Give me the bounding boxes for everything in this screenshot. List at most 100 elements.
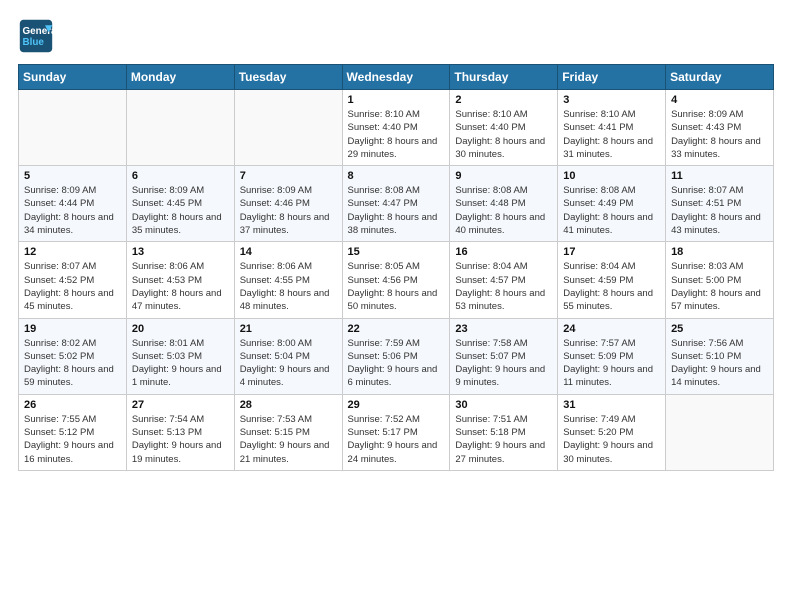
weekday-header-tuesday: Tuesday — [234, 65, 342, 90]
page: General Blue SundayMondayTuesdayWednesda… — [0, 0, 792, 612]
day-info: Sunrise: 8:10 AMSunset: 4:40 PMDaylight:… — [348, 108, 445, 161]
header: General Blue — [18, 18, 774, 54]
day-info: Sunrise: 8:09 AMSunset: 4:45 PMDaylight:… — [132, 184, 229, 237]
day-info: Sunrise: 7:53 AMSunset: 5:15 PMDaylight:… — [240, 413, 337, 466]
day-info: Sunrise: 7:49 AMSunset: 5:20 PMDaylight:… — [563, 413, 660, 466]
day-info: Sunrise: 7:56 AMSunset: 5:10 PMDaylight:… — [671, 337, 768, 390]
calendar-cell: 23 Sunrise: 7:58 AMSunset: 5:07 PMDayligh… — [450, 318, 558, 394]
day-number: 12 — [24, 246, 121, 258]
day-info: Sunrise: 8:06 AMSunset: 4:55 PMDaylight:… — [240, 260, 337, 313]
day-number: 24 — [563, 323, 660, 335]
calendar-cell: 17 Sunrise: 8:04 AMSunset: 4:59 PMDayligh… — [558, 242, 666, 318]
day-info: Sunrise: 8:01 AMSunset: 5:03 PMDaylight:… — [132, 337, 229, 390]
calendar-cell: 16 Sunrise: 8:04 AMSunset: 4:57 PMDayligh… — [450, 242, 558, 318]
weekday-header-monday: Monday — [126, 65, 234, 90]
calendar: SundayMondayTuesdayWednesdayThursdayFrid… — [18, 64, 774, 471]
day-info: Sunrise: 8:08 AMSunset: 4:49 PMDaylight:… — [563, 184, 660, 237]
day-number: 28 — [240, 399, 337, 411]
day-number: 7 — [240, 170, 337, 182]
calendar-cell: 28 Sunrise: 7:53 AMSunset: 5:15 PMDayligh… — [234, 394, 342, 470]
day-info: Sunrise: 8:10 AMSunset: 4:40 PMDaylight:… — [455, 108, 552, 161]
day-info: Sunrise: 8:09 AMSunset: 4:43 PMDaylight:… — [671, 108, 768, 161]
day-number: 18 — [671, 246, 768, 258]
calendar-cell: 24 Sunrise: 7:57 AMSunset: 5:09 PMDayligh… — [558, 318, 666, 394]
day-number: 21 — [240, 323, 337, 335]
day-info: Sunrise: 7:52 AMSunset: 5:17 PMDaylight:… — [348, 413, 445, 466]
day-number: 3 — [563, 94, 660, 106]
day-number: 31 — [563, 399, 660, 411]
calendar-cell: 11 Sunrise: 8:07 AMSunset: 4:51 PMDayligh… — [666, 166, 774, 242]
calendar-cell: 26 Sunrise: 7:55 AMSunset: 5:12 PMDayligh… — [19, 394, 127, 470]
day-number: 11 — [671, 170, 768, 182]
day-number: 16 — [455, 246, 552, 258]
day-number: 15 — [348, 246, 445, 258]
calendar-cell: 21Sunrise: 8:00 AMSunset: 5:04 PMDayligh… — [234, 318, 342, 394]
day-info: Sunrise: 8:06 AMSunset: 4:53 PMDaylight:… — [132, 260, 229, 313]
weekday-header-sunday: Sunday — [19, 65, 127, 90]
calendar-cell: 13Sunrise: 8:06 AMSunset: 4:53 PMDayligh… — [126, 242, 234, 318]
day-info: Sunrise: 8:04 AMSunset: 4:57 PMDaylight:… — [455, 260, 552, 313]
day-info: Sunrise: 8:05 AMSunset: 4:56 PMDaylight:… — [348, 260, 445, 313]
day-info: Sunrise: 7:58 AMSunset: 5:07 PMDaylight:… — [455, 337, 552, 390]
logo: General Blue — [18, 18, 58, 54]
calendar-cell: 1 Sunrise: 8:10 AMSunset: 4:40 PMDaylight… — [342, 90, 450, 166]
day-info: Sunrise: 8:04 AMSunset: 4:59 PMDaylight:… — [563, 260, 660, 313]
day-number: 10 — [563, 170, 660, 182]
calendar-cell: 9Sunrise: 8:08 AMSunset: 4:48 PMDaylight… — [450, 166, 558, 242]
week-row-1: 1 Sunrise: 8:10 AMSunset: 4:40 PMDaylight… — [19, 90, 774, 166]
calendar-cell: 4 Sunrise: 8:09 AMSunset: 4:43 PMDaylight… — [666, 90, 774, 166]
weekday-header-wednesday: Wednesday — [342, 65, 450, 90]
calendar-cell: 12 Sunrise: 8:07 AMSunset: 4:52 PMDayligh… — [19, 242, 127, 318]
day-number: 25 — [671, 323, 768, 335]
day-number: 4 — [671, 94, 768, 106]
calendar-cell: 14 Sunrise: 8:06 AMSunset: 4:55 PMDayligh… — [234, 242, 342, 318]
weekday-header-thursday: Thursday — [450, 65, 558, 90]
day-info: Sunrise: 8:07 AMSunset: 4:52 PMDaylight:… — [24, 260, 121, 313]
calendar-cell: 20 Sunrise: 8:01 AMSunset: 5:03 PMDayligh… — [126, 318, 234, 394]
calendar-cell: 10 Sunrise: 8:08 AMSunset: 4:49 PMDayligh… — [558, 166, 666, 242]
day-number: 22 — [348, 323, 445, 335]
calendar-cell: 15 Sunrise: 8:05 AMSunset: 4:56 PMDayligh… — [342, 242, 450, 318]
calendar-cell — [666, 394, 774, 470]
day-number: 5 — [24, 170, 121, 182]
day-info: Sunrise: 7:51 AMSunset: 5:18 PMDaylight:… — [455, 413, 552, 466]
weekday-header-row: SundayMondayTuesdayWednesdayThursdayFrid… — [19, 65, 774, 90]
week-row-5: 26 Sunrise: 7:55 AMSunset: 5:12 PMDayligh… — [19, 394, 774, 470]
calendar-cell: 27 Sunrise: 7:54 AMSunset: 5:13 PMDayligh… — [126, 394, 234, 470]
day-info: Sunrise: 8:07 AMSunset: 4:51 PMDaylight:… — [671, 184, 768, 237]
day-number: 20 — [132, 323, 229, 335]
day-info: Sunrise: 8:09 AMSunset: 4:46 PMDaylight:… — [240, 184, 337, 237]
day-info: Sunrise: 8:03 AMSunset: 5:00 PMDaylight:… — [671, 260, 768, 313]
day-number: 17 — [563, 246, 660, 258]
day-info: Sunrise: 7:54 AMSunset: 5:13 PMDaylight:… — [132, 413, 229, 466]
day-info: Sunrise: 8:08 AMSunset: 4:48 PMDaylight:… — [455, 184, 552, 237]
calendar-cell: 29Sunrise: 7:52 AMSunset: 5:17 PMDayligh… — [342, 394, 450, 470]
logo-icon: General Blue — [18, 18, 54, 54]
calendar-cell — [19, 90, 127, 166]
calendar-cell: 3 Sunrise: 8:10 AMSunset: 4:41 PMDaylight… — [558, 90, 666, 166]
week-row-4: 19Sunrise: 8:02 AMSunset: 5:02 PMDayligh… — [19, 318, 774, 394]
svg-text:Blue: Blue — [23, 37, 45, 48]
day-info: Sunrise: 7:55 AMSunset: 5:12 PMDaylight:… — [24, 413, 121, 466]
calendar-cell: 19Sunrise: 8:02 AMSunset: 5:02 PMDayligh… — [19, 318, 127, 394]
week-row-2: 5Sunrise: 8:09 AMSunset: 4:44 PMDaylight… — [19, 166, 774, 242]
day-info: Sunrise: 7:57 AMSunset: 5:09 PMDaylight:… — [563, 337, 660, 390]
day-number: 27 — [132, 399, 229, 411]
day-number: 23 — [455, 323, 552, 335]
day-number: 26 — [24, 399, 121, 411]
weekday-header-saturday: Saturday — [666, 65, 774, 90]
day-number: 14 — [240, 246, 337, 258]
day-number: 1 — [348, 94, 445, 106]
calendar-cell: 2Sunrise: 8:10 AMSunset: 4:40 PMDaylight… — [450, 90, 558, 166]
calendar-cell: 18 Sunrise: 8:03 AMSunset: 5:00 PMDayligh… — [666, 242, 774, 318]
calendar-cell — [234, 90, 342, 166]
calendar-cell: 22Sunrise: 7:59 AMSunset: 5:06 PMDayligh… — [342, 318, 450, 394]
day-info: Sunrise: 8:10 AMSunset: 4:41 PMDaylight:… — [563, 108, 660, 161]
weekday-header-friday: Friday — [558, 65, 666, 90]
day-number: 8 — [348, 170, 445, 182]
calendar-cell: 7 Sunrise: 8:09 AMSunset: 4:46 PMDaylight… — [234, 166, 342, 242]
day-number: 6 — [132, 170, 229, 182]
calendar-cell: 31 Sunrise: 7:49 AMSunset: 5:20 PMDayligh… — [558, 394, 666, 470]
calendar-cell: 25 Sunrise: 7:56 AMSunset: 5:10 PMDayligh… — [666, 318, 774, 394]
week-row-3: 12 Sunrise: 8:07 AMSunset: 4:52 PMDayligh… — [19, 242, 774, 318]
